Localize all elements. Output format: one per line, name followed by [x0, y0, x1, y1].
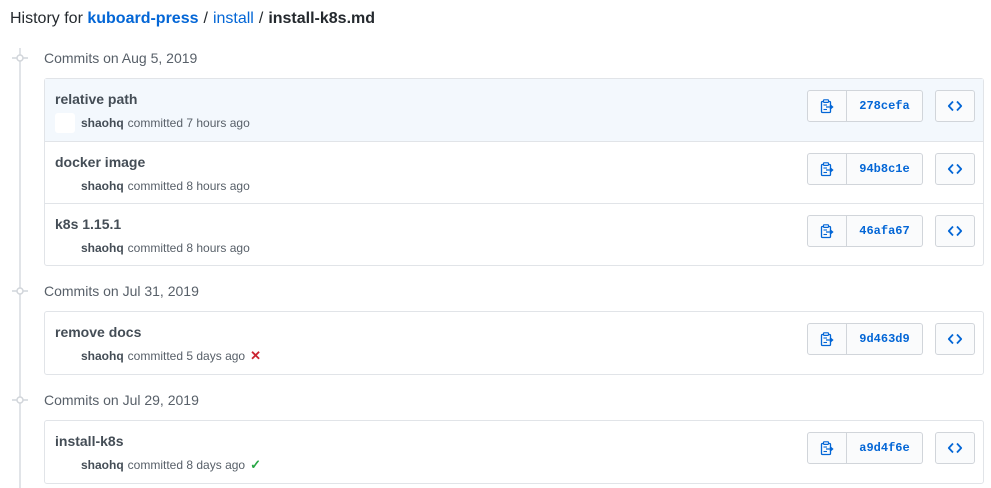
commit-actions: 94b8c1e [807, 153, 975, 185]
commit-title[interactable]: install-k8s [55, 432, 123, 450]
repo-link[interactable]: kuboard-press [87, 10, 198, 27]
day-label: Commits on Jul 31, 2019 [44, 283, 199, 299]
dir-link[interactable]: install [213, 10, 254, 27]
clippy-icon [819, 331, 835, 347]
x-icon[interactable]: ✕ [250, 348, 261, 364]
day-header: Commits on Jul 29, 2019 [10, 390, 199, 410]
commit-author[interactable]: shaohq [81, 115, 124, 131]
commit-title[interactable]: relative path [55, 90, 137, 108]
browse-repo-button[interactable] [935, 90, 975, 122]
code-icon [947, 161, 963, 177]
browse-repo-button[interactable] [935, 323, 975, 355]
copy-sha-button[interactable] [807, 90, 847, 122]
commit-meta: shaohq committed 7 hours ago [55, 113, 250, 133]
copy-sha-button[interactable] [807, 153, 847, 185]
browse-repo-button[interactable] [935, 215, 975, 247]
commit-title[interactable]: docker image [55, 153, 145, 171]
clippy-icon [819, 223, 835, 239]
copy-sha-button[interactable] [807, 323, 847, 355]
commit-row: k8s 1.15.1 shaohq committed 8 hours ago 46a… [45, 203, 983, 265]
commit-action: committed [127, 349, 184, 363]
commit-row: remove docs shaohq committed 5 days ago ✕ 9d… [45, 312, 983, 374]
avatar[interactable] [55, 455, 75, 475]
commit-action: committed [127, 458, 184, 472]
copy-sha-button[interactable] [807, 215, 847, 247]
commit-list: install-k8s shaohq committed 8 days ago ✓ a9… [44, 420, 984, 484]
commit-meta: shaohq committed 8 days ago ✓ [55, 455, 261, 475]
commit-sha-button[interactable]: 94b8c1e [847, 153, 923, 185]
code-icon [947, 331, 963, 347]
clippy-icon [819, 161, 835, 177]
commit-meta: shaohq committed 5 days ago ✕ [55, 346, 261, 366]
git-commit-icon [10, 390, 30, 410]
day-header: Commits on Jul 31, 2019 [10, 281, 199, 301]
browse-repo-button[interactable] [935, 432, 975, 464]
day-header: Commits on Aug 5, 2019 [10, 48, 197, 68]
commit-time: 8 days ago [186, 458, 246, 472]
clippy-icon [819, 440, 835, 456]
commit-list: relative path shaohq committed 7 hours ago… [44, 78, 984, 266]
check-icon[interactable]: ✓ [250, 457, 261, 473]
git-commit-icon [10, 48, 30, 68]
avatar[interactable] [55, 113, 75, 133]
clippy-icon [819, 98, 835, 114]
page-title: History for kuboard-press / install / instal… [10, 9, 375, 29]
commit-time: 8 hours ago [186, 179, 250, 193]
commit-author[interactable]: shaohq [81, 178, 124, 194]
avatar[interactable] [55, 346, 75, 366]
path-separator: / [258, 10, 264, 27]
git-commit-icon [10, 281, 30, 301]
commit-title[interactable]: k8s 1.15.1 [55, 215, 121, 233]
commit-actions: 278cefa [807, 90, 975, 122]
copy-sha-button[interactable] [807, 432, 847, 464]
commit-row: relative path shaohq committed 7 hours ago… [45, 79, 983, 141]
commit-actions: 9d463d9 [807, 323, 975, 355]
commit-sha-button[interactable]: a9d4f6e [847, 432, 923, 464]
commit-row: install-k8s shaohq committed 8 days ago ✓ a9… [45, 421, 983, 483]
commit-sha-button[interactable]: 46afa67 [847, 215, 923, 247]
commit-time: 5 days ago [186, 349, 246, 363]
commit-row: docker image shaohq committed 8 hours ago 9… [45, 141, 983, 203]
commit-action: committed [127, 241, 184, 255]
file-name: install-k8s.md [268, 10, 376, 27]
commit-meta: shaohq committed 8 hours ago [55, 176, 250, 196]
path-separator: / [203, 10, 208, 27]
commit-sha-button[interactable]: 278cefa [847, 90, 923, 122]
commit-author[interactable]: shaohq [81, 457, 124, 473]
avatar[interactable] [55, 176, 75, 196]
commit-list: remove docs shaohq committed 5 days ago ✕ 9d… [44, 311, 984, 375]
commit-sha-button[interactable]: 9d463d9 [847, 323, 923, 355]
commit-actions: a9d4f6e [807, 432, 975, 464]
code-icon [947, 98, 963, 114]
commit-title[interactable]: remove docs [55, 323, 141, 341]
commit-action: committed [127, 179, 184, 193]
day-label: Commits on Aug 5, 2019 [44, 50, 198, 66]
commit-meta: shaohq committed 8 hours ago [55, 238, 250, 258]
commit-time: 7 hours ago [186, 116, 250, 130]
commit-time: 8 hours ago [186, 241, 250, 255]
avatar[interactable] [55, 238, 75, 258]
header-prefix: History for [10, 10, 83, 27]
commit-author[interactable]: shaohq [81, 240, 124, 256]
commit-author[interactable]: shaohq [81, 348, 124, 364]
timeline-line [19, 48, 21, 488]
day-label: Commits on Jul 29, 2019 [44, 392, 199, 408]
code-icon [947, 440, 963, 456]
code-icon [947, 223, 963, 239]
browse-repo-button[interactable] [935, 153, 975, 185]
commit-action: committed [127, 116, 184, 130]
commit-actions: 46afa67 [807, 215, 975, 247]
